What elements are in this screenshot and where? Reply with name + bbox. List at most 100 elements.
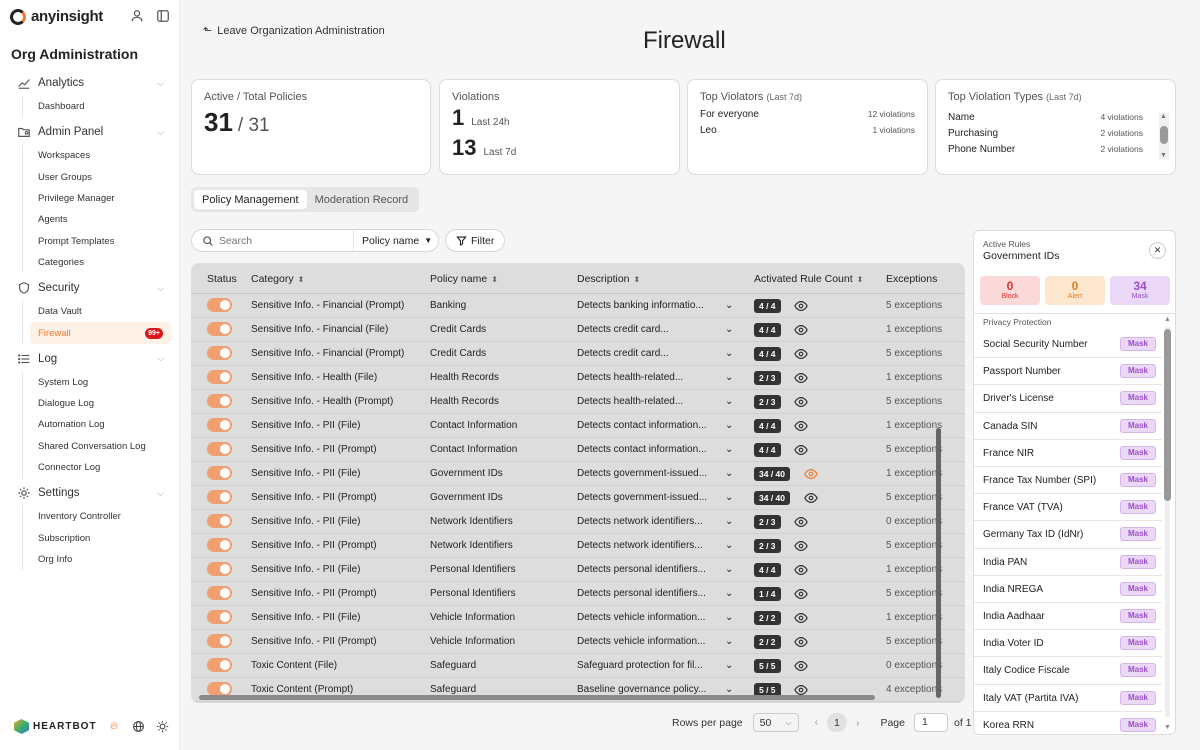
expand-chevron-icon[interactable]: ⌄ <box>725 420 733 431</box>
page-number-button[interactable]: 1 <box>826 713 847 732</box>
mask-action-badge[interactable]: Mask <box>1119 636 1156 651</box>
table-row[interactable]: Sensitive Info. - PII (File) Vehicle Info… <box>191 606 965 630</box>
sidebar-section-settings[interactable]: Settings ⌵ <box>0 482 180 504</box>
expand-chevron-icon[interactable]: ⌄ <box>725 540 733 551</box>
table-row[interactable]: Sensitive Info. - Financial (Prompt) Bank… <box>191 294 965 318</box>
exceptions-cell[interactable]: 5 exceptions <box>886 348 946 359</box>
alert-stat[interactable]: 0 Alert <box>1045 276 1105 305</box>
status-toggle[interactable] <box>207 346 232 360</box>
violation-types-scrollbar[interactable]: ▲ ▼ <box>1159 113 1169 159</box>
search-field-select[interactable]: Policy name ▼ <box>353 230 438 251</box>
user-icon[interactable] <box>130 9 144 23</box>
table-row[interactable]: Sensitive Info. - PII (File) Personal Ide… <box>191 558 965 582</box>
expand-chevron-icon[interactable]: ⌄ <box>725 492 733 503</box>
sidebar-section-security[interactable]: Security ⌵ <box>0 277 180 299</box>
expand-chevron-icon[interactable]: ⌄ <box>725 516 733 527</box>
table-row[interactable]: Toxic Content (File) Safeguard Safeguard p… <box>191 654 965 678</box>
flame-icon[interactable]: 🔥︎ <box>108 720 121 733</box>
expand-chevron-icon[interactable]: ⌄ <box>725 468 733 479</box>
heartbot-brand[interactable]: HEARTBOT <box>14 719 97 734</box>
table-row[interactable]: Sensitive Info. - PII (Prompt) Network Id… <box>191 534 965 558</box>
exceptions-cell[interactable]: 1 exceptions <box>886 324 946 335</box>
expand-chevron-icon[interactable]: ⌄ <box>725 444 733 455</box>
mask-action-badge[interactable]: Mask <box>1119 609 1156 623</box>
mask-action-badge[interactable]: Mask <box>1119 337 1156 351</box>
mask-action-badge[interactable]: Mask <box>1119 391 1156 406</box>
globe-icon[interactable] <box>132 720 145 733</box>
table-row[interactable]: Sensitive Info. - PII (File) Network Iden… <box>191 510 965 534</box>
expand-chevron-icon[interactable]: ⌄ <box>725 324 733 335</box>
eye-icon[interactable] <box>794 659 808 673</box>
status-toggle[interactable] <box>207 418 232 432</box>
rule-row-driver-s-license[interactable]: Driver's License Mask <box>974 385 1162 413</box>
sidebar-section-admin-panel[interactable]: Admin Panel ⌵ <box>0 121 180 143</box>
sidebar-toggle-icon[interactable] <box>156 9 170 23</box>
expand-chevron-icon[interactable]: ⌄ <box>725 348 733 359</box>
sidebar-item-agents[interactable]: Agents <box>38 209 180 230</box>
expand-chevron-icon[interactable]: ⌄ <box>725 564 733 575</box>
table-row[interactable]: Sensitive Info. - PII (Prompt) Government… <box>191 486 965 510</box>
table-vertical-scrollbar[interactable] <box>936 428 941 698</box>
rule-row-italy-codice-fiscale[interactable]: Italy Codice Fiscale Mask <box>974 657 1162 685</box>
status-toggle[interactable] <box>207 586 232 600</box>
status-toggle[interactable] <box>207 490 232 504</box>
expand-chevron-icon[interactable]: ⌄ <box>725 588 733 599</box>
exceptions-cell[interactable]: 5 exceptions <box>886 300 946 311</box>
eye-icon[interactable] <box>794 371 808 385</box>
eye-icon[interactable] <box>794 347 808 361</box>
status-toggle[interactable] <box>207 682 232 696</box>
eye-icon[interactable] <box>794 443 808 457</box>
prev-page-button[interactable]: ‹ <box>815 717 818 728</box>
table-row[interactable]: Sensitive Info. - Financial (File) Credit… <box>191 318 965 342</box>
status-toggle[interactable] <box>207 370 232 384</box>
eye-icon[interactable] <box>794 563 808 577</box>
leave-org-admin-link[interactable]: ⬑ Leave Organization Administration <box>203 24 385 38</box>
table-row[interactable]: Sensitive Info. - Financial (Prompt) Cred… <box>191 342 965 366</box>
sidebar-item-firewall[interactable]: Firewall 99+ <box>30 322 171 344</box>
eye-icon[interactable] <box>794 323 808 337</box>
rule-row-passport-number[interactable]: Passport Number Mask <box>974 358 1162 386</box>
page-input[interactable]: 1 <box>914 713 948 732</box>
filter-button[interactable]: Filter <box>445 229 506 252</box>
sidebar-item-connector-log[interactable]: Connector Log <box>38 457 180 478</box>
status-toggle[interactable] <box>207 394 232 408</box>
table-row[interactable]: Sensitive Info. - PII (Prompt) Personal I… <box>191 582 965 606</box>
mask-action-badge[interactable]: Mask <box>1119 581 1156 596</box>
rows-per-page-select[interactable]: 50 ⌵ <box>752 713 799 732</box>
sidebar-item-dashboard[interactable]: Dashboard <box>38 96 180 117</box>
expand-chevron-icon[interactable]: ⌄ <box>725 660 733 671</box>
status-toggle[interactable] <box>207 658 232 672</box>
mask-action-badge[interactable]: Mask <box>1119 445 1156 460</box>
sidebar-section-analytics[interactable]: Analytics ⌵ <box>0 72 180 94</box>
eye-icon[interactable] <box>794 539 808 553</box>
eye-icon[interactable] <box>794 587 808 601</box>
search-input[interactable]: Search <box>219 235 353 247</box>
rule-row-social-security-number[interactable]: Social Security Number Mask <box>974 331 1162 359</box>
sidebar-item-subscription[interactable]: Subscription <box>38 527 180 548</box>
status-toggle[interactable] <box>207 514 232 528</box>
table-row[interactable]: Sensitive Info. - PII (Prompt) Contact In… <box>191 438 965 462</box>
status-toggle[interactable] <box>207 442 232 456</box>
sidebar-item-user-groups[interactable]: User Groups <box>38 167 180 188</box>
sidebar-item-inventory-controller[interactable]: Inventory Controller <box>38 506 180 527</box>
rule-row-france-tax-number-spi[interactable]: France Tax Number (SPI) Mask <box>974 467 1162 495</box>
expand-chevron-icon[interactable]: ⌄ <box>725 300 733 311</box>
table-row[interactable]: Sensitive Info. - PII (File) Contact Info… <box>191 414 965 438</box>
eye-icon[interactable] <box>794 635 808 649</box>
status-toggle[interactable] <box>207 610 232 624</box>
sidebar-item-privilege-manager[interactable]: Privilege Manager <box>38 188 180 209</box>
mask-action-badge[interactable]: Mask <box>1119 663 1156 678</box>
sidebar-item-system-log[interactable]: System Log <box>38 372 180 393</box>
eye-icon[interactable] <box>794 299 808 313</box>
rule-row-france-nir[interactable]: France NIR Mask <box>974 440 1162 467</box>
table-row[interactable]: Sensitive Info. - PII (Prompt) Vehicle In… <box>191 630 965 654</box>
expand-chevron-icon[interactable]: ⌄ <box>725 372 733 383</box>
mask-action-badge[interactable]: Mask <box>1119 527 1156 542</box>
mask-action-badge[interactable]: Mask <box>1119 690 1156 705</box>
expand-chevron-icon[interactable]: ⌄ <box>725 612 733 623</box>
next-page-button[interactable]: › <box>856 717 860 729</box>
header-activated-rule-count[interactable]: Activated Rule Count ⬍ <box>754 273 863 285</box>
status-toggle[interactable] <box>207 562 232 576</box>
expand-chevron-icon[interactable]: ⌄ <box>725 636 733 647</box>
rule-row-india-voter-id[interactable]: India Voter ID Mask <box>974 630 1162 658</box>
